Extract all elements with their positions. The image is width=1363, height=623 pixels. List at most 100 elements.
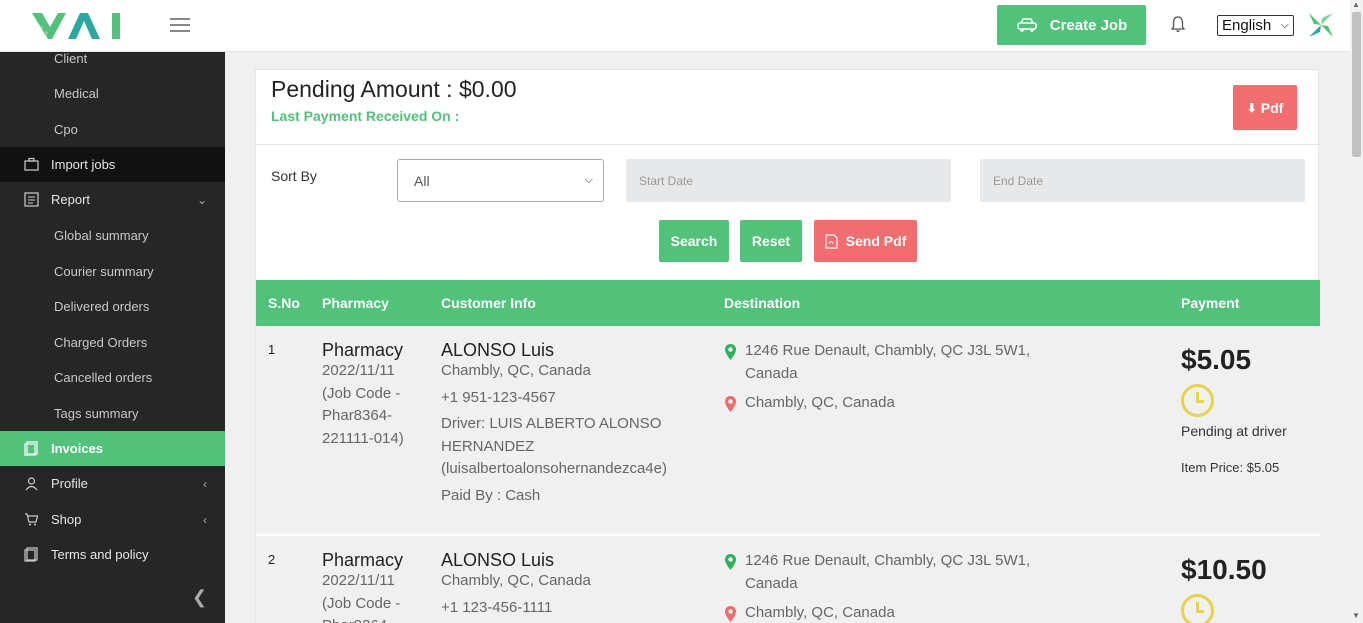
chevron-down-icon: ⌵: [584, 174, 593, 186]
pdf-label: Pdf: [1260, 99, 1284, 116]
table-row[interactable]: 2 Pharmacy 2022/11/11 (Job Code - Phar83…: [256, 536, 1320, 623]
start-date-placeholder: Start Date: [639, 173, 694, 188]
sidebar-item-charged-orders[interactable]: Charged Orders: [54, 335, 147, 350]
job-code-line: Phar8364-: [322, 615, 400, 623]
driver-line: Driver: LUIS ALBERTO ALONSO: [441, 415, 662, 432]
payment-amount: $10.50: [1181, 554, 1267, 585]
sidebar-item-courier-summary[interactable]: Courier summary: [54, 264, 154, 279]
sidebar-item-terms[interactable]: Terms and policy: [0, 537, 225, 572]
last-payment-label: Last Payment Received On :: [271, 108, 460, 124]
brand-logo[interactable]: [32, 9, 124, 43]
user-icon: [25, 477, 38, 491]
job-date: 2022/11/11: [322, 362, 395, 379]
map-pin-red-icon: [725, 606, 736, 622]
top-bar: Create Job English ⌵: [0, 0, 1350, 52]
scrollbar-thumb[interactable]: [1352, 12, 1361, 157]
row-sno: 2: [268, 552, 276, 567]
document-icon: [24, 547, 38, 562]
column-sno: S.No: [268, 295, 300, 311]
sort-by-select[interactable]: All ⌵: [397, 159, 604, 202]
scroll-down-icon[interactable]: ▼: [1352, 611, 1360, 620]
invoice-icon: [24, 441, 38, 456]
sidebar-label: Import jobs: [51, 157, 116, 172]
cart-icon: [25, 513, 39, 526]
report-icon: [24, 192, 39, 207]
row-sno: 1: [268, 342, 276, 357]
sidebar-item-shop[interactable]: Shop ‹: [0, 502, 225, 537]
sidebar-item-import-jobs[interactable]: Import jobs: [0, 147, 225, 182]
pharmacy-details: 2022/11/11 (Job Code - Phar8364- 221111-…: [322, 360, 404, 450]
sort-by-label: Sort By: [271, 168, 317, 184]
customer-name: ALONSO Luis: [441, 340, 555, 360]
driver-line: HERNANDEZ: [441, 437, 535, 455]
search-button[interactable]: Search: [659, 220, 729, 262]
sidebar-item-report[interactable]: Report ⌄: [0, 182, 225, 217]
sidebar-label: Terms and policy: [51, 547, 149, 562]
job-code-line: (Job Code -: [322, 594, 401, 612]
bell-icon[interactable]: [1170, 15, 1186, 33]
pharmacy-name: Pharmacy: [322, 340, 404, 360]
map-pin-red-icon: [725, 396, 736, 412]
create-job-button[interactable]: Create Job: [997, 5, 1146, 45]
sidebar-item-cpo[interactable]: Cpo: [54, 122, 78, 137]
pickup-address: 1246 Rue Denault, Chambly, QC J3L 5W1, C…: [724, 340, 1030, 385]
pickup-address: 1246 Rue Denault, Chambly, QC J3L 5W1, C…: [724, 550, 1030, 595]
language-select[interactable]: English ⌵: [1217, 15, 1294, 36]
table-row[interactable]: 1 Pharmacy 2022/11/11 (Job Code - Phar83…: [256, 326, 1320, 536]
column-destination: Destination: [724, 295, 801, 311]
customer-phone: +1 951-123-4567: [441, 388, 556, 406]
sidebar-item-cancelled-orders[interactable]: Cancelled orders: [54, 370, 152, 385]
page-scrollbar[interactable]: ▲ ▼: [1350, 0, 1363, 623]
customer-location: Chambly, QC, Canada: [441, 572, 591, 589]
clock-icon: [1181, 384, 1214, 417]
sidebar-label: Shop: [51, 512, 82, 527]
pdf-file-icon: [825, 233, 838, 249]
customer-name: ALONSO Luis: [441, 550, 555, 570]
chevron-left-icon: ‹: [203, 476, 207, 491]
car-icon: [1016, 18, 1037, 32]
column-payment: Payment: [1181, 295, 1240, 311]
column-customer-info: Customer Info: [441, 295, 536, 311]
sidebar-item-global-summary[interactable]: Global summary: [54, 228, 149, 243]
sidebar-item-tags-summary[interactable]: Tags summary: [54, 406, 139, 421]
pharmacy-name: Pharmacy: [322, 550, 404, 570]
address-line: Chambly, QC, Canada: [745, 604, 895, 621]
menu-toggle-icon[interactable]: [170, 15, 190, 35]
address-line: Canada: [745, 364, 798, 382]
invoice-card: Pending Amount : $0.00 Last Payment Rece…: [255, 69, 1320, 623]
send-pdf-button[interactable]: Send Pdf: [814, 220, 917, 262]
end-date-input[interactable]: End Date: [980, 159, 1305, 202]
divider: [256, 144, 1320, 145]
job-code-line: Phar8364-: [322, 407, 393, 424]
collapse-sidebar-icon[interactable]: ❮: [192, 587, 207, 608]
customer-location: Chambly, QC, Canada: [441, 362, 591, 379]
pharmacy-details: 2022/11/11 (Job Code - Phar8364-: [322, 570, 400, 623]
address-line: Canada: [745, 574, 798, 592]
map-pin-green-icon: [725, 554, 736, 570]
paid-by: Paid By : Cash: [441, 486, 541, 504]
sidebar-label: Invoices: [51, 441, 104, 456]
send-pdf-label: Send Pdf: [845, 233, 907, 249]
sidebar-item-medical[interactable]: Medical: [54, 86, 99, 101]
end-date-placeholder: End Date: [993, 173, 1044, 188]
payment-amount: $5.05: [1181, 344, 1252, 375]
item-price: Item Price: $5.05: [1181, 460, 1280, 475]
sidebar-label: Report: [51, 192, 91, 207]
download-icon: ⬇: [1246, 100, 1257, 115]
sidebar: Client Medical Cpo Import jobs Report ⌄ …: [0, 51, 225, 623]
sidebar-item-delivered-orders[interactable]: Delivered orders: [54, 299, 149, 314]
sidebar-item-profile[interactable]: Profile ‹: [0, 466, 225, 501]
scroll-up-icon[interactable]: ▲: [1352, 0, 1360, 9]
start-date-input[interactable]: Start Date: [626, 159, 951, 202]
customer-details: Chambly, QC, Canada +1 951-123-4567 Driv…: [441, 360, 667, 507]
user-avatar[interactable]: [1306, 10, 1336, 40]
job-date: 2022/11/11: [322, 572, 395, 589]
sidebar-item-invoices[interactable]: Invoices: [0, 431, 225, 466]
address-line: Chambly, QC, Canada: [745, 394, 895, 411]
chevron-left-icon: ‹: [203, 512, 207, 527]
dropoff-address: Chambly, QC, Canada: [724, 602, 895, 623]
download-pdf-button[interactable]: ⬇ Pdf: [1233, 85, 1297, 130]
map-pin-green-icon: [725, 344, 736, 360]
reset-button[interactable]: Reset: [740, 220, 802, 262]
sidebar-item-client[interactable]: Client: [54, 51, 87, 66]
